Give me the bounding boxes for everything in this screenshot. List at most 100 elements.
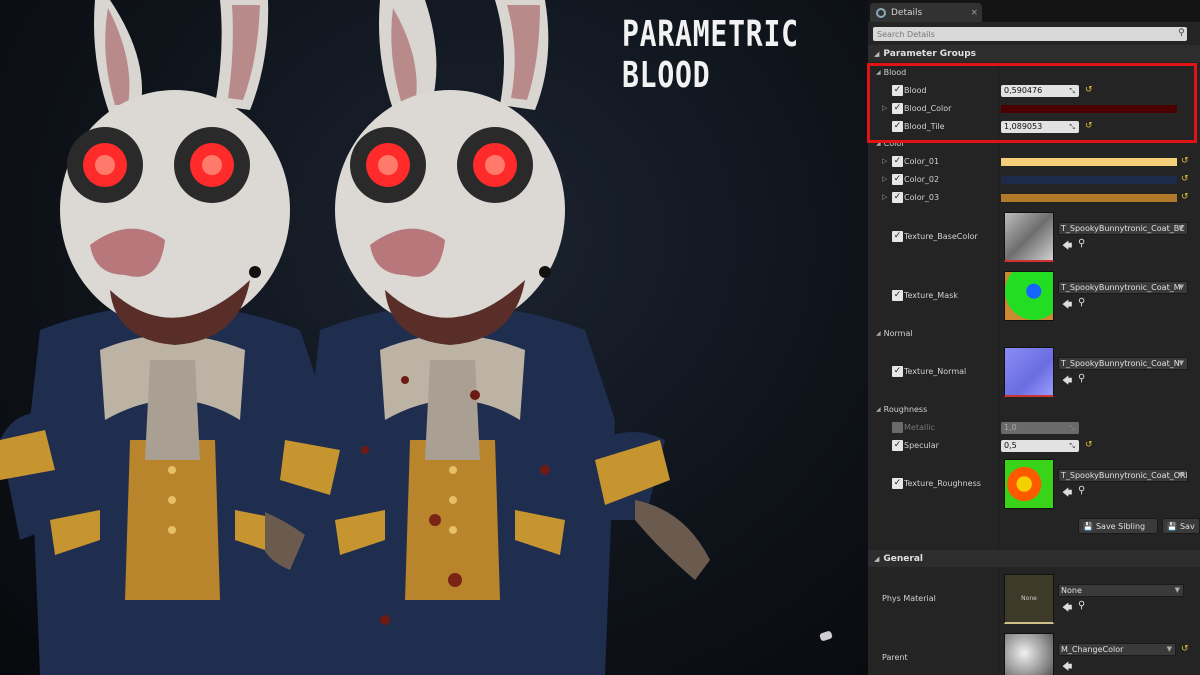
param-specular-value[interactable]: 0,5 ⤡: [1001, 440, 1079, 452]
browse-search-icon[interactable]: ⚲: [1078, 373, 1085, 384]
param-color-02-swatch[interactable]: [1001, 176, 1177, 184]
category-general[interactable]: ◢ General: [868, 550, 1200, 567]
param-row-color-03: ▷ ✓ Color_03 ↺: [868, 189, 1200, 207]
reset-arrow-icon[interactable]: ↺: [1181, 156, 1189, 166]
group-roughness[interactable]: ◢ Roughness: [876, 405, 927, 414]
chevron-down-icon: ▼: [1174, 586, 1180, 594]
close-icon[interactable]: ×: [970, 8, 978, 18]
texture-roughness-asset-name: T_SpookyBunnytronic_Coat_ORM: [1061, 471, 1188, 480]
use-selected-arrow-icon[interactable]: 🡄: [1062, 239, 1072, 256]
group-normal-label: Normal: [883, 329, 913, 338]
drag-arrows-icon: ⤡: [1069, 87, 1075, 95]
texture-basecolor-asset-name: T_SpookyBunnytronic_Coat_BC: [1061, 224, 1185, 233]
collapse-triangle-icon: ◢: [876, 406, 881, 413]
param-metallic-value-text: 1,0: [1004, 423, 1017, 432]
param-color-03-checkbox[interactable]: ✓: [892, 192, 903, 203]
group-normal[interactable]: ◢ Normal: [876, 329, 913, 338]
browse-search-icon[interactable]: ⚲: [1078, 297, 1085, 308]
phys-material-label: Phys Material: [882, 594, 936, 603]
param-row-specular: ✓ Specular 0,5 ⤡ ↺: [868, 437, 1200, 455]
texture-mask-dropdown[interactable]: T_SpookyBunnytronic_Coat_M ▼: [1058, 281, 1188, 294]
group-blood-label: Blood: [883, 68, 907, 77]
tab-details[interactable]: Details ×: [870, 3, 982, 22]
texture-mask-thumbnail[interactable]: [1004, 271, 1054, 321]
tab-bar: Details ×: [868, 0, 1200, 22]
phys-material-value: None: [1061, 586, 1082, 595]
param-row-blood-color: ▷ ✓ Blood_Color: [868, 100, 1200, 118]
texture-normal-thumbnail[interactable]: [1004, 347, 1054, 397]
param-color-01-swatch[interactable]: [1001, 158, 1177, 166]
param-color-03-swatch[interactable]: [1001, 194, 1177, 202]
group-blood[interactable]: ◢ Blood: [876, 68, 906, 77]
browse-search-icon[interactable]: ⚲: [1078, 485, 1085, 496]
viewport[interactable]: PARAMETRIC BLOOD: [0, 0, 868, 675]
collapse-triangle-icon: ◢: [876, 330, 881, 337]
expand-triangle-icon[interactable]: ▷: [882, 157, 887, 165]
param-texture-normal-checkbox[interactable]: ✓: [892, 366, 903, 377]
search-input[interactable]: [873, 27, 1187, 41]
phys-material-thumbnail[interactable]: None: [1004, 574, 1054, 624]
param-color-01-checkbox[interactable]: ✓: [892, 156, 903, 167]
param-row-metallic: ✓ Metallic 1,0 ⤡: [868, 419, 1200, 437]
browse-search-icon[interactable]: ⚲: [1078, 238, 1085, 249]
param-metallic-label: Metallic: [904, 423, 935, 432]
param-blood-tile-checkbox[interactable]: ✓: [892, 121, 903, 132]
param-specular-checkbox[interactable]: ✓: [892, 440, 903, 451]
param-texture-roughness-checkbox[interactable]: ✓: [892, 478, 903, 489]
use-selected-arrow-icon[interactable]: 🡄: [1062, 298, 1072, 315]
chevron-down-icon: ▼: [1166, 645, 1172, 653]
texture-roughness-dropdown[interactable]: T_SpookyBunnytronic_Coat_ORM ▼: [1058, 469, 1188, 482]
save-child-button[interactable]: 💾 Sav: [1162, 518, 1200, 534]
drag-arrows-icon: ⤡: [1069, 442, 1075, 450]
param-specular-label: Specular: [904, 441, 939, 450]
use-selected-arrow-icon[interactable]: 🡄: [1062, 486, 1072, 503]
tab-details-label: Details: [891, 7, 923, 18]
param-color-02-checkbox[interactable]: ✓: [892, 174, 903, 185]
reset-arrow-icon[interactable]: ↺: [1085, 85, 1093, 95]
collapse-triangle-icon: ◢: [876, 69, 881, 76]
save-sibling-button[interactable]: 💾 Save Sibling: [1078, 518, 1158, 534]
texture-normal-dropdown[interactable]: T_SpookyBunnytronic_Coat_N ▼: [1058, 357, 1188, 370]
use-selected-arrow-icon[interactable]: 🡄: [1062, 374, 1072, 391]
parent-material-thumbnail[interactable]: [1004, 633, 1054, 675]
save-icon: 💾: [1083, 521, 1093, 531]
param-texture-mask-checkbox[interactable]: ✓: [892, 290, 903, 301]
param-metallic-value[interactable]: 1,0 ⤡: [1001, 422, 1079, 434]
reset-arrow-icon[interactable]: ↺: [1181, 174, 1189, 184]
param-row-texture-basecolor: ✓ Texture_BaseColor T_SpookyBunnytronic_…: [868, 212, 1200, 264]
expand-triangle-icon[interactable]: ▷: [882, 104, 887, 112]
search-icon[interactable]: ⚲: [1178, 28, 1185, 38]
group-color[interactable]: ◢ Color: [876, 139, 905, 148]
texture-basecolor-thumbnail[interactable]: [1004, 212, 1054, 262]
browse-search-icon[interactable]: ⚲: [1078, 600, 1085, 611]
param-blood-tile-value[interactable]: 1,089053 ⤡: [1001, 121, 1079, 133]
param-blood-checkbox[interactable]: ✓: [892, 85, 903, 96]
reset-arrow-icon[interactable]: ↺: [1085, 121, 1093, 131]
phys-material-dropdown[interactable]: None ▼: [1058, 584, 1184, 597]
expand-triangle-icon[interactable]: ▷: [882, 193, 887, 201]
param-texture-basecolor-checkbox[interactable]: ✓: [892, 231, 903, 242]
reset-arrow-icon[interactable]: ↺: [1181, 644, 1189, 654]
expand-triangle-icon[interactable]: ▷: [882, 175, 887, 183]
texture-roughness-thumbnail[interactable]: [1004, 459, 1054, 509]
param-blood-tile-label: Blood_Tile: [904, 122, 945, 131]
texture-normal-asset-name: T_SpookyBunnytronic_Coat_N: [1061, 359, 1180, 368]
use-selected-arrow-icon[interactable]: 🡄: [1062, 660, 1072, 675]
use-selected-arrow-icon[interactable]: 🡄: [1062, 601, 1072, 618]
bunny-character-right: [265, 0, 725, 675]
param-row-texture-roughness: ✓ Texture_Roughness T_SpookyBunnytronic_…: [868, 459, 1200, 511]
collapse-triangle-icon: ◢: [876, 140, 881, 147]
param-texture-basecolor-label: Texture_BaseColor: [904, 232, 978, 241]
texture-basecolor-dropdown[interactable]: T_SpookyBunnytronic_Coat_BC ▼: [1058, 222, 1188, 235]
category-parameter-groups[interactable]: ◢ Parameter Groups: [868, 45, 1200, 62]
param-blood-value[interactable]: 0,590476 ⤡: [1001, 85, 1079, 97]
parent-label: Parent: [882, 653, 908, 662]
param-metallic-checkbox[interactable]: ✓: [892, 422, 903, 433]
reset-arrow-icon[interactable]: ↺: [1085, 440, 1093, 450]
reset-arrow-icon[interactable]: ↺: [1181, 192, 1189, 202]
parent-dropdown[interactable]: M_ChangeColor ▼: [1058, 643, 1176, 656]
param-texture-normal-label: Texture_Normal: [904, 367, 967, 376]
param-blood-color-checkbox[interactable]: ✓: [892, 103, 903, 114]
param-blood-color-swatch[interactable]: [1001, 105, 1177, 113]
collapse-triangle-icon: ◢: [874, 49, 880, 58]
